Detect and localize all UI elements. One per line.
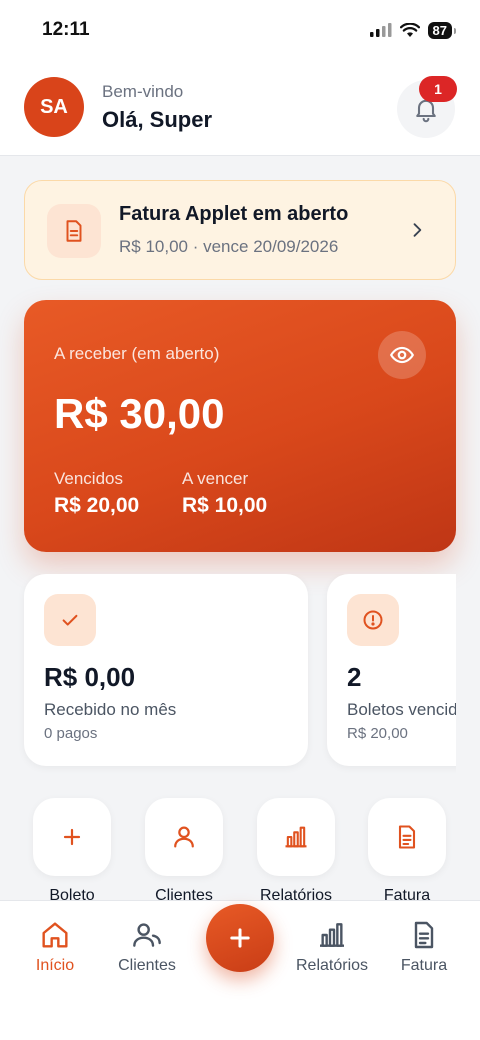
greeting-title: Olá, Super xyxy=(102,107,213,132)
stat-label: Recebido no mês xyxy=(44,700,177,719)
battery-indicator: 87 xyxy=(427,21,457,39)
chart-icon xyxy=(285,826,307,848)
users-icon xyxy=(133,923,161,947)
upcoming-label: A vencer xyxy=(182,469,249,488)
wifi-icon xyxy=(399,22,420,37)
tab-label: Relatórios xyxy=(295,957,369,974)
stat-card-received[interactable]: R$ 0,00 Recebido no mês 0 pagos xyxy=(24,574,308,766)
receivable-amount: R$ 30,00 xyxy=(54,390,225,437)
tab-label: Clientes xyxy=(118,957,176,974)
stats-carousel[interactable]: R$ 0,00 Recebido no mês 0 pagos 2 Boleto… xyxy=(0,574,456,774)
stat-card-overdue[interactable]: 2 Boletos vencidos R$ 20,00 xyxy=(327,574,456,766)
eye-icon xyxy=(390,346,414,364)
home-icon xyxy=(42,922,68,948)
document-icon xyxy=(414,921,434,949)
stat-sub: 0 pagos xyxy=(44,725,98,742)
quick-action-fatura[interactable] xyxy=(368,798,446,876)
status-icons: 87 xyxy=(369,21,457,39)
invoice-title: Fatura Applet em aberto xyxy=(119,203,349,225)
stat-label: Boletos vencidos xyxy=(347,700,456,719)
stat-icon-wrap xyxy=(44,594,96,646)
stat-value: 2 xyxy=(347,662,362,692)
stat-icon-wrap xyxy=(347,594,399,646)
tab-inicio[interactable]: Início xyxy=(7,919,103,987)
receivable-label: A receber (em aberto) xyxy=(54,344,220,363)
tab-clientes[interactable]: Clientes xyxy=(99,919,195,987)
greeting-subtitle: Bem-vindo xyxy=(102,82,184,101)
check-icon xyxy=(62,614,78,626)
signal-icon xyxy=(369,23,392,37)
chart-icon xyxy=(320,923,344,947)
user-icon xyxy=(174,826,194,848)
overdue-value: R$ 20,00 xyxy=(54,494,140,517)
invoice-icon-wrap xyxy=(47,204,101,258)
tab-label: Fatura xyxy=(400,957,448,974)
invoice-banner[interactable]: Fatura Applet em aberto R$ 10,00 · vence… xyxy=(24,180,456,280)
upcoming-value: R$ 10,00 xyxy=(182,494,268,517)
add-fab-button[interactable] xyxy=(206,904,274,972)
overdue-label: Vencidos xyxy=(54,469,123,488)
plus-icon xyxy=(230,928,250,948)
stat-sub: R$ 20,00 xyxy=(347,725,408,742)
alert-circle-icon xyxy=(363,610,383,630)
status-time: 12:11 xyxy=(42,19,90,40)
tab-relatorios[interactable]: Relatórios xyxy=(284,919,380,987)
stat-value: R$ 0,00 xyxy=(44,662,136,692)
plus-icon xyxy=(63,828,81,846)
notification-badge: 1 xyxy=(419,76,457,102)
tab-label: Início xyxy=(35,957,75,974)
quick-action-clientes[interactable] xyxy=(145,798,223,876)
receivable-card: A receber (em aberto) R$ 30,00 Vencidos … xyxy=(24,300,456,552)
status-bar: 12:11 87 xyxy=(0,0,480,60)
quick-action-boleto[interactable] xyxy=(33,798,111,876)
invoice-subtitle: R$ 10,00 · vence 20/09/2026 xyxy=(119,237,339,256)
document-icon xyxy=(398,825,416,849)
avatar[interactable]: SA xyxy=(24,77,84,137)
chevron-right-icon xyxy=(413,223,422,237)
tab-fatura[interactable]: Fatura xyxy=(376,919,472,987)
quick-action-relatorios[interactable] xyxy=(257,798,335,876)
app-header: SA Bem-vindo Olá, Super xyxy=(0,60,480,156)
document-icon xyxy=(66,220,82,242)
toggle-visibility-button[interactable] xyxy=(378,331,426,379)
